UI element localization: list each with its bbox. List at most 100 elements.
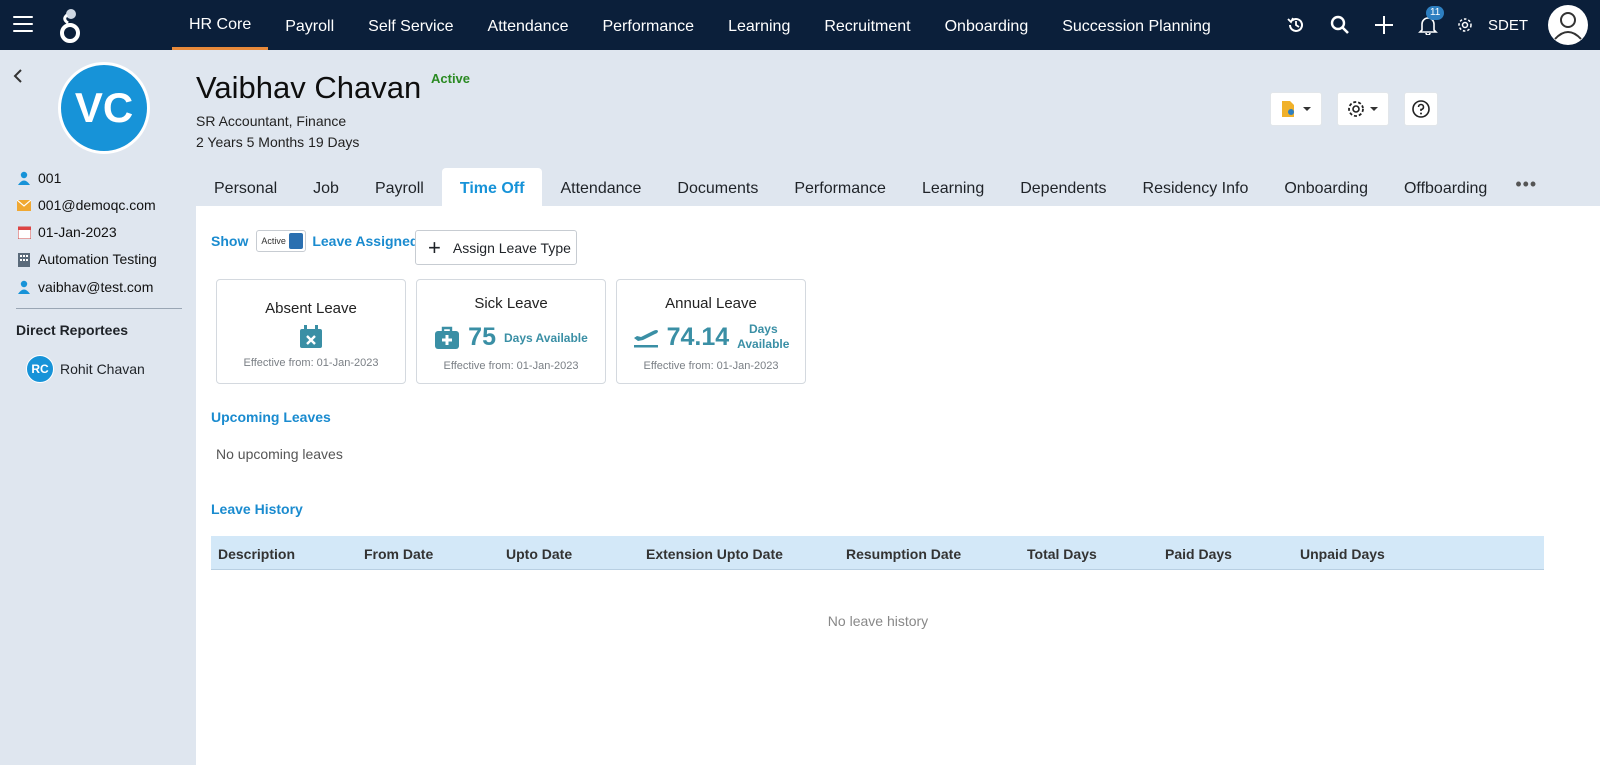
card-effective-date: Effective from: 01-Jan-2023 — [443, 360, 579, 372]
assign-leave-type-label: Assign Leave Type — [452, 239, 571, 256]
personal-email[interactable]: vaibhav@test.com — [38, 279, 153, 295]
top-navigation-bar: HR Core Payroll Self Service Attendance … — [0, 0, 1600, 50]
column-header[interactable]: Resumption Date — [846, 546, 961, 562]
reportee-avatar: RC — [26, 355, 54, 383]
tab-performance[interactable]: Performance — [776, 168, 904, 206]
tab-time-off[interactable]: Time Off — [441, 168, 543, 206]
nav-payroll[interactable]: Payroll — [268, 0, 351, 50]
card-effective-date: Effective from: 01-Jan-2023 — [643, 360, 779, 372]
tab-dependents[interactable]: Dependents — [1002, 168, 1124, 206]
column-header[interactable]: Total Days — [1027, 546, 1097, 562]
employee-sidebar: VC 001 001@demoqc.com 01-Jan-2023 Automa… — [0, 50, 196, 765]
toggle-label: Active — [261, 236, 286, 246]
department-row: Automation Testing — [16, 251, 157, 267]
reportee-name: Rohit Chavan — [60, 361, 145, 377]
nav-attendance[interactable]: Attendance — [471, 0, 586, 50]
tab-offboarding[interactable]: Offboarding — [1386, 168, 1505, 206]
medical-kit-icon — [435, 326, 460, 349]
column-header[interactable]: Extension Upto Date — [646, 546, 783, 562]
nav-hr-core[interactable]: HR Core — [172, 0, 269, 50]
join-date: 01-Jan-2023 — [38, 224, 117, 240]
main-nav: HR Core Payroll Self Service Attendance … — [172, 0, 1228, 50]
gear-icon[interactable] — [1450, 0, 1480, 50]
more-tabs-icon[interactable]: ••• — [1505, 168, 1547, 206]
notification-count-badge: 11 — [1425, 6, 1445, 20]
card-balance-unit: Days Available — [737, 322, 789, 352]
document-menu-button[interactable] — [1270, 92, 1322, 126]
bell-icon[interactable]: 11 — [1406, 0, 1450, 50]
plus-icon: + — [428, 234, 441, 260]
direct-reportees-title: Direct Reportees — [16, 322, 129, 338]
user-name-label[interactable]: SDET — [1488, 17, 1528, 34]
column-header[interactable]: From Date — [364, 546, 433, 562]
employee-designation: SR Accountant, Finance — [196, 113, 347, 129]
show-label: Show — [211, 233, 249, 249]
card-balance: 75 Days Available — [417, 323, 605, 352]
nav-recruitment[interactable]: Recruitment — [807, 0, 927, 50]
history-icon[interactable] — [1274, 0, 1318, 50]
tab-personal[interactable]: Personal — [196, 168, 295, 206]
absent-leave-card[interactable]: Absent Leave Effective from: 01-Jan-2023 — [216, 279, 406, 384]
nav-succession-planning[interactable]: Succession Planning — [1045, 0, 1228, 50]
nav-onboarding[interactable]: Onboarding — [928, 0, 1046, 50]
column-header[interactable]: Upto Date — [506, 546, 572, 562]
work-email[interactable]: 001@demoqc.com — [38, 197, 156, 213]
mail-icon — [16, 197, 32, 213]
column-header[interactable]: Paid Days — [1165, 546, 1232, 562]
user-icon — [16, 279, 32, 295]
leave-history-title: Leave History — [211, 501, 303, 517]
user-avatar-icon[interactable] — [1548, 5, 1588, 45]
reportee-item[interactable]: RC Rohit Chavan — [26, 355, 145, 383]
card-balance: 74.14 Days Available — [617, 322, 805, 352]
plus-icon[interactable] — [1362, 0, 1406, 50]
assign-leave-type-button[interactable]: + Assign Leave Type — [415, 230, 577, 265]
hamburger-menu-icon[interactable] — [13, 16, 33, 34]
back-arrow-icon[interactable] — [12, 68, 26, 84]
nav-self-service[interactable]: Self Service — [351, 0, 470, 50]
join-date-row: 01-Jan-2023 — [16, 224, 117, 240]
column-header[interactable]: Unpaid Days — [1300, 546, 1385, 562]
user-icon — [16, 170, 32, 186]
tab-onboarding[interactable]: Onboarding — [1266, 168, 1386, 206]
leave-history-table-header: Description From Date Upto Date Extensio… — [211, 536, 1544, 570]
gear-icon — [1348, 101, 1378, 117]
document-icon — [1282, 101, 1311, 117]
personal-email-row: vaibhav@test.com — [16, 279, 153, 295]
tab-residency-info[interactable]: Residency Info — [1125, 168, 1267, 206]
tab-attendance[interactable]: Attendance — [542, 168, 659, 206]
employee-id-row: 001 — [16, 170, 61, 186]
sick-leave-card[interactable]: Sick Leave 75 Days Available Effective f… — [416, 279, 606, 384]
annual-leave-card[interactable]: Annual Leave 74.14 Days Available Effect… — [616, 279, 806, 384]
app-logo[interactable] — [58, 8, 84, 44]
active-toggle[interactable]: Active — [256, 230, 307, 252]
card-balance-value: 74.14 — [666, 322, 730, 351]
card-title: Sick Leave — [474, 295, 548, 312]
nav-performance[interactable]: Performance — [585, 0, 711, 50]
employee-avatar: VC — [58, 62, 150, 154]
column-header[interactable]: Description — [218, 546, 295, 562]
tab-documents[interactable]: Documents — [659, 168, 776, 206]
upcoming-leaves-empty: No upcoming leaves — [216, 446, 343, 462]
building-icon — [16, 251, 32, 267]
airplane-icon — [633, 330, 658, 348]
nav-learning[interactable]: Learning — [711, 0, 807, 50]
settings-menu-button[interactable] — [1337, 92, 1389, 126]
card-title: Absent Leave — [265, 300, 357, 317]
department: Automation Testing — [38, 251, 157, 267]
employee-tenure: 2 Years 5 Months 19 Days — [196, 134, 360, 150]
employee-name: Vaibhav Chavan — [196, 70, 422, 105]
card-title: Annual Leave — [665, 295, 757, 312]
card-balance-unit: Days Available — [503, 330, 588, 345]
calendar-icon — [16, 224, 32, 240]
help-button[interactable] — [1404, 92, 1438, 126]
employee-tabs: Personal Job Payroll Time Off Attendance… — [196, 168, 1547, 206]
tab-job[interactable]: Job — [295, 168, 357, 206]
unit-line-1: Days — [748, 322, 778, 336]
sidebar-divider — [16, 308, 182, 309]
tab-learning[interactable]: Learning — [904, 168, 1002, 206]
search-icon[interactable] — [1318, 0, 1362, 50]
card-balance-value: 75 — [468, 323, 496, 351]
employee-id: 001 — [38, 170, 62, 186]
tab-payroll[interactable]: Payroll — [357, 168, 442, 206]
leave-assigned-label: Leave Assigned — [312, 233, 419, 249]
